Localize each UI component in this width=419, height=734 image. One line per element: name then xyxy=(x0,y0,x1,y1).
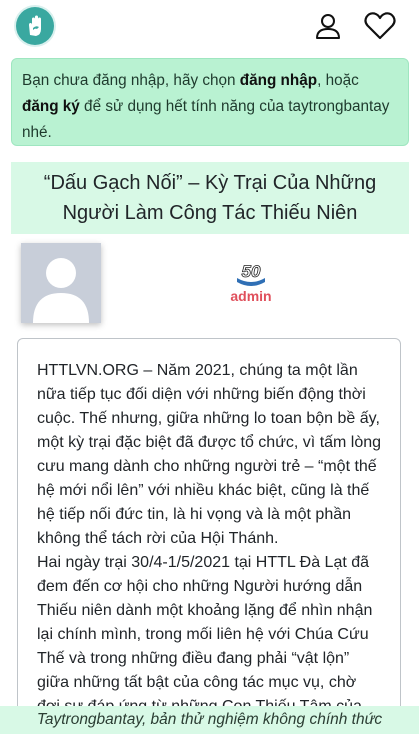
article-paragraph: Hai ngày trại 30/4-1/5/2021 tại HTTL Đà … xyxy=(37,554,373,715)
header-actions xyxy=(311,9,397,43)
author-name[interactable]: admin xyxy=(211,288,291,304)
article-avatar xyxy=(21,243,101,323)
top-header xyxy=(0,0,419,52)
login-link[interactable]: đăng nhập xyxy=(240,72,317,89)
favorites-button[interactable] xyxy=(363,9,397,43)
footer-banner: Taytrongbantay, bản thử nghiệm không chí… xyxy=(0,706,419,734)
article-content: HTTLVN.ORG – Năm 2021, chúng ta một lần … xyxy=(17,338,401,734)
heart-icon xyxy=(364,12,396,40)
user-button[interactable] xyxy=(311,9,345,43)
notice-text-1: Bạn chưa đăng nhập, hãy chọn xyxy=(22,72,240,89)
author-badge-label: 50 xyxy=(242,262,261,281)
article-title-box: “Dấu Gạch Nối” – Kỳ Trại Của Những Người… xyxy=(11,162,409,234)
person-placeholder-icon xyxy=(21,243,101,323)
author-row: 50 admin xyxy=(11,238,409,328)
notice-text-2: , hoặc xyxy=(317,72,359,89)
hand-dove-logo-icon xyxy=(29,15,41,36)
author-badge: 50 xyxy=(237,262,265,286)
user-icon xyxy=(316,14,340,39)
article-title: “Dấu Gạch Nối” – Kỳ Trại Của Những Người… xyxy=(43,172,377,224)
register-link[interactable]: đăng ký xyxy=(22,98,80,115)
login-notice: Bạn chưa đăng nhập, hãy chọn đăng nhập, … xyxy=(11,58,409,146)
site-logo[interactable] xyxy=(16,7,54,45)
article-paragraph: HTTLVN.ORG – Năm 2021, chúng ta một lần … xyxy=(37,362,382,547)
footer-text: Taytrongbantay, bản thử nghiệm không chí… xyxy=(36,711,383,728)
